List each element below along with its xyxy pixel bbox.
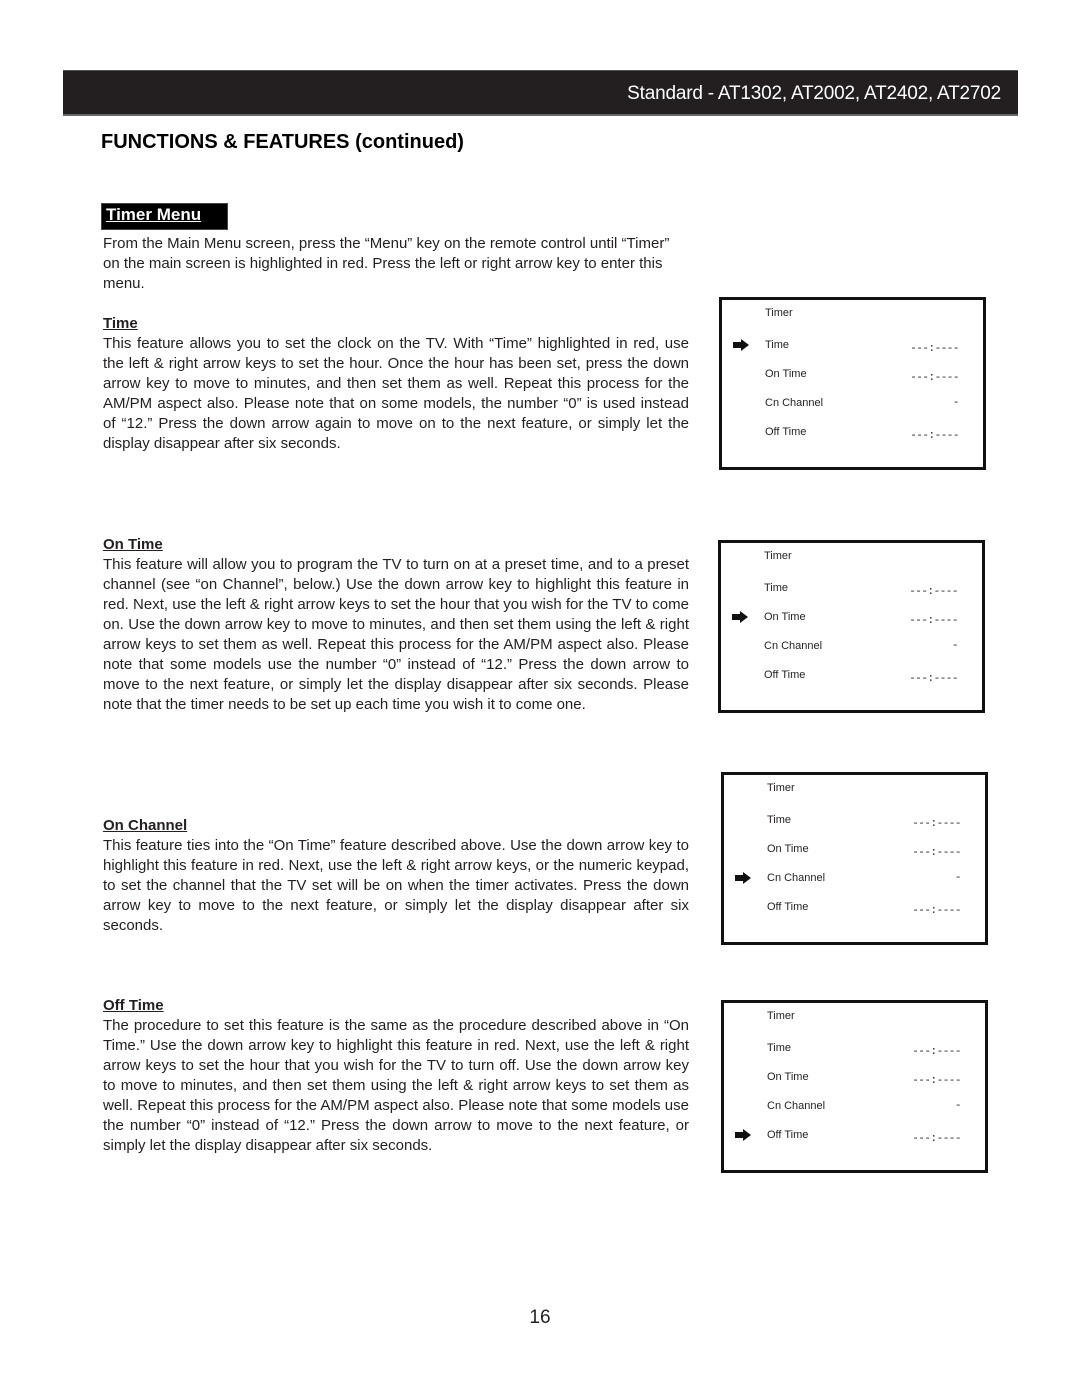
osd-item-label: Off Time — [765, 426, 807, 438]
osd-menu-item: Cn Channel - — [724, 1100, 985, 1116]
section-tag: Timer Menu — [101, 203, 228, 230]
osd-item-label: Time — [767, 814, 792, 826]
osd-item-value: ---:---- — [910, 343, 959, 355]
osd-item-label: Off Time — [767, 901, 809, 913]
section-heading: Off Time — [103, 997, 164, 1014]
osd-item-value: ---:---- — [912, 1133, 961, 1145]
osd-menu-item: Cn Channel - — [724, 872, 985, 888]
osd-menu-item: Off Time ---:---- — [724, 1129, 985, 1145]
header-bar: Standard - AT1302, AT2002, AT2402, AT270… — [63, 70, 1018, 116]
osd-menu-item: Off Time ---:---- — [722, 426, 983, 442]
osd-title: Timer — [765, 307, 793, 319]
right-arrow-icon — [735, 872, 751, 884]
osd-menu-item: On Time ---:---- — [724, 1071, 985, 1087]
right-arrow-icon — [732, 611, 748, 623]
osd-title: Timer — [767, 782, 795, 794]
osd-item-label: Off Time — [764, 669, 806, 681]
section-on-time: On Time This feature will allow you to p… — [103, 535, 689, 715]
section-body: This feature will allow you to program t… — [103, 556, 689, 713]
osd-item-label: On Time — [765, 368, 807, 380]
osd-menu-item: Time ---:---- — [724, 1042, 985, 1058]
osd-item-value: ---:---- — [912, 905, 961, 917]
right-arrow-icon — [733, 339, 749, 351]
osd-menu-item: On Time ---:---- — [721, 611, 982, 627]
osd-item-value: ---:---- — [910, 372, 959, 384]
section-time: Time This feature allows you to set the … — [103, 314, 689, 454]
osd-timer-screen: Timer Time ---:---- On Time ---:---- Cn Chann… — [721, 1000, 988, 1173]
right-arrow-icon — [735, 1129, 751, 1141]
osd-item-label: Cn Channel — [767, 872, 826, 884]
osd-item-value: ---:---- — [910, 430, 959, 442]
osd-item-label: Time — [764, 582, 789, 594]
osd-item-value: - — [954, 872, 962, 884]
osd-item-label: On Time — [767, 1071, 809, 1083]
osd-menu-item: Time ---:---- — [721, 582, 982, 598]
osd-item-value: ---:---- — [909, 586, 958, 598]
osd-item-label: Cn Channel — [767, 1100, 826, 1112]
osd-menu-item: Cn Channel - — [722, 397, 983, 413]
page-heading: FUNCTIONS & FEATURES (continued) — [101, 131, 464, 153]
model-title: Standard - AT1302, AT2002, AT2402, AT270… — [627, 83, 1001, 104]
intro-paragraph: From the Main Menu screen, press the “Me… — [103, 235, 670, 292]
section-body: This feature ties into the “On Time” fea… — [103, 837, 689, 934]
section-heading: Time — [103, 315, 138, 332]
osd-menu-item: Time ---:---- — [722, 339, 983, 355]
osd-timer-screen: Timer Time ---:---- On Time ---:---- Cn Chann… — [719, 297, 986, 470]
osd-item-label: Time — [765, 339, 790, 351]
osd-item-value: - — [954, 1100, 962, 1112]
section-heading: On Time — [103, 536, 163, 553]
osd-item-value: - — [951, 640, 959, 652]
osd-item-value: - — [952, 397, 960, 409]
osd-item-value: ---:---- — [909, 673, 958, 685]
osd-item-value: ---:---- — [909, 615, 958, 627]
section-on-channel: On Channel This feature ties into the “O… — [103, 816, 689, 936]
osd-menu-item: Cn Channel - — [721, 640, 982, 656]
section-body: The procedure to set this feature is the… — [103, 1017, 689, 1154]
osd-title: Timer — [764, 550, 792, 562]
osd-item-label: On Time — [767, 843, 809, 855]
osd-item-label: Time — [767, 1042, 792, 1054]
section-heading: On Channel — [103, 817, 188, 834]
section-off-time: Off Time The procedure to set this featu… — [103, 996, 689, 1156]
osd-item-label: Off Time — [767, 1129, 809, 1141]
osd-item-label: On Time — [764, 611, 806, 623]
osd-title: Timer — [767, 1010, 795, 1022]
osd-item-label: Cn Channel — [765, 397, 824, 409]
osd-menu-item: Off Time ---:---- — [724, 901, 985, 917]
osd-menu-item: On Time ---:---- — [722, 368, 983, 384]
osd-menu-item: Time ---:---- — [724, 814, 985, 830]
osd-item-value: ---:---- — [912, 818, 961, 830]
osd-item-label: Cn Channel — [764, 640, 823, 652]
osd-timer-screen: Timer Time ---:---- On Time ---:---- Cn Chann… — [718, 540, 985, 713]
osd-timer-screen: Timer Time ---:---- On Time ---:---- Cn Chann… — [721, 772, 988, 945]
osd-menu-item: On Time ---:---- — [724, 843, 985, 859]
section-tag-label: Timer Menu — [106, 205, 202, 224]
page-number: 16 — [529, 1307, 551, 1328]
osd-item-value: ---:---- — [912, 1046, 961, 1058]
osd-item-value: ---:---- — [912, 847, 961, 859]
section-body: This feature allows you to set the clock… — [103, 335, 689, 452]
osd-item-value: ---:---- — [912, 1075, 961, 1087]
osd-menu-item: Off Time ---:---- — [721, 669, 982, 685]
